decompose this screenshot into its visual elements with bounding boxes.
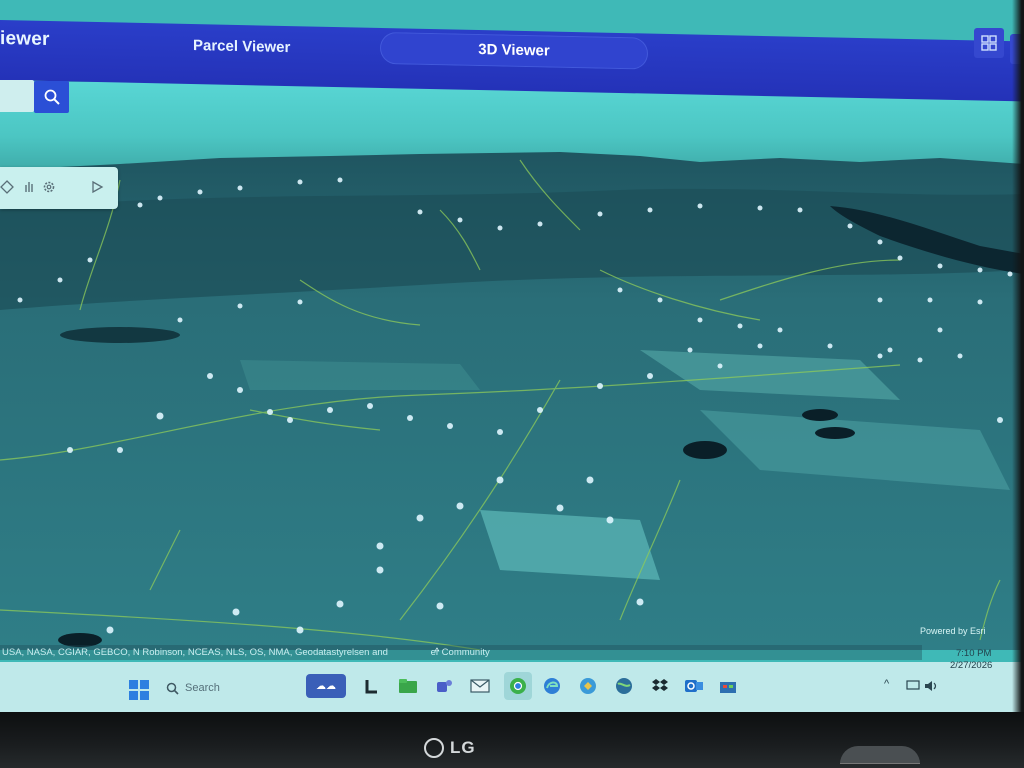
- app-l-button[interactable]: [360, 674, 384, 698]
- volume-icon[interactable]: [924, 680, 938, 692]
- navigate-icon: [0, 180, 14, 194]
- nav-parcel-viewer[interactable]: Parcel Viewer: [193, 37, 290, 56]
- taskbar-search-label: Search: [185, 682, 220, 694]
- search-icon: [44, 89, 60, 105]
- play-icon: [92, 180, 104, 194]
- attribution-expand-chevron-up-icon[interactable]: ^: [430, 645, 444, 660]
- clock-time[interactable]: 7:10 PM: [956, 648, 991, 659]
- globe-button[interactable]: [612, 674, 636, 698]
- pan-icon: [25, 182, 33, 192]
- search-input[interactable]: [0, 80, 34, 112]
- store-button[interactable]: [716, 674, 740, 698]
- outlook-button[interactable]: [682, 674, 706, 698]
- settings-icon: [43, 181, 55, 193]
- chrome-button[interactable]: [504, 672, 532, 700]
- scene-toolbar: [0, 167, 118, 209]
- globe-icon: [616, 678, 632, 694]
- map-attribution: USA, NASA, CGIAR, GEBCO, N Robinson, NCE…: [0, 645, 922, 660]
- search-icon: [166, 682, 179, 695]
- taskbar-search[interactable]: Search: [166, 676, 286, 700]
- pan-button[interactable]: [18, 176, 40, 198]
- play-button[interactable]: [86, 176, 108, 198]
- teams-button[interactable]: [432, 674, 456, 698]
- edge-button[interactable]: [540, 674, 564, 698]
- lg-logo: LG: [424, 738, 476, 758]
- 3d-terrain-scene[interactable]: [0, 150, 1024, 650]
- chevron-up-icon[interactable]: ^: [884, 678, 889, 690]
- monitor-screen: iewer Parcel Viewer 3D Viewer USA, NASA,…: [0, 0, 1024, 718]
- grid-icon: [981, 35, 997, 51]
- copilot-icon: [580, 678, 596, 694]
- dropbox-icon: [652, 679, 668, 691]
- file-explorer-button[interactable]: [396, 674, 420, 698]
- outlook-icon: [685, 680, 703, 692]
- dropbox-button[interactable]: [648, 674, 672, 698]
- grid-view-button[interactable]: [974, 28, 1004, 58]
- file-explorer-icon: [399, 679, 417, 693]
- lg-mark-icon: [424, 738, 444, 758]
- search-button[interactable]: [34, 81, 69, 113]
- chrome-icon: [510, 678, 526, 694]
- attribution-text: USA, NASA, CGIAR, GEBCO, N Robinson, NCE…: [2, 647, 388, 658]
- teams-icon: [437, 680, 452, 692]
- windows-taskbar: Search ☁☁ ^: [0, 662, 1024, 712]
- nav-3d-viewer[interactable]: 3D Viewer: [380, 31, 648, 70]
- mail-icon: [470, 679, 490, 693]
- edge-icon: [544, 678, 560, 694]
- settings-button[interactable]: [38, 176, 60, 198]
- mail-button[interactable]: [468, 674, 492, 698]
- app-l-icon: [365, 680, 377, 694]
- weather-icon: ☁☁: [316, 680, 336, 692]
- screen-edge: [1012, 0, 1024, 718]
- powered-by-esri[interactable]: Powered by Esri: [920, 626, 986, 636]
- weather-widget[interactable]: ☁☁: [306, 674, 346, 698]
- network-icon[interactable]: [906, 680, 920, 692]
- navigate-button[interactable]: [0, 176, 18, 198]
- windows-logo-icon: [129, 680, 149, 700]
- power-button[interactable]: [840, 746, 920, 764]
- copilot-button[interactable]: [576, 674, 600, 698]
- app-title: iewer: [0, 28, 50, 51]
- monitor-brand: LG: [450, 738, 476, 757]
- start-button[interactable]: [128, 679, 150, 701]
- clock-date[interactable]: 2/27/2026: [950, 660, 992, 671]
- store-icon: [720, 682, 736, 693]
